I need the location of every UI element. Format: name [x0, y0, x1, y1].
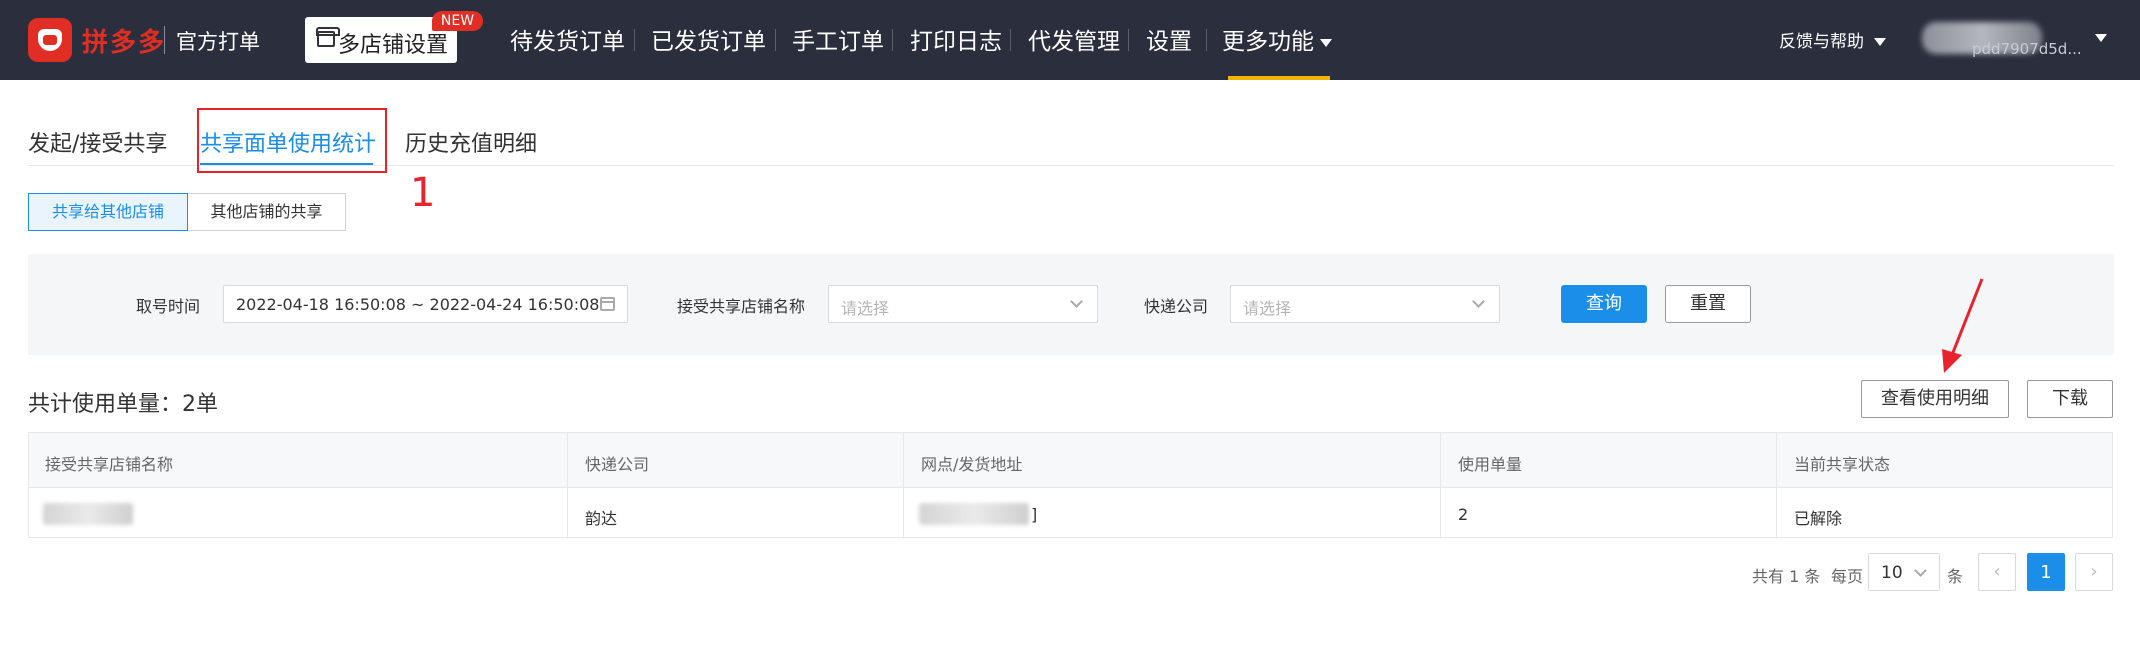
next-page-button[interactable]: ›: [2075, 553, 2113, 591]
download-button[interactable]: 下载: [2027, 380, 2113, 418]
tab-recharge-history[interactable]: 历史充值明细: [405, 126, 537, 158]
receiving-shop-placeholder: 请选择: [841, 299, 890, 318]
pagination-unit: 条: [1947, 567, 1964, 586]
store-icon: [316, 27, 340, 47]
multi-shop-settings-label: 多店铺设置: [338, 33, 449, 58]
page-1-button[interactable]: 1: [2027, 553, 2065, 591]
cell-share-status: 已解除: [1794, 509, 1843, 528]
cell-express: 韵达: [585, 509, 618, 528]
query-button[interactable]: 查询: [1561, 285, 1647, 323]
page-size-value: 10: [1881, 563, 1903, 583]
header-branch-address: 网点/发货地址: [921, 455, 1023, 474]
date-range-value: 2022-04-18 16:50:08 ~ 2022-04-24 16:50:0…: [236, 295, 600, 314]
nav-active-indicator: [1228, 76, 1330, 80]
brand-divider: [164, 26, 165, 54]
tab-initiate-accept-share[interactable]: 发起/接受共享: [28, 126, 167, 158]
nav-divider: [892, 29, 893, 51]
nav-divider: [634, 29, 635, 51]
caret-down-icon[interactable]: [2095, 34, 2107, 42]
nav-dropship-management[interactable]: 代发管理: [1028, 22, 1120, 56]
cell-address-suffix: ]: [1031, 505, 1038, 524]
chevron-down-icon: [1070, 295, 1083, 308]
time-label: 取号时间: [136, 297, 201, 316]
feedback-help-menu[interactable]: 反馈与帮助: [1779, 27, 1886, 52]
receiving-shop-label: 接受共享店铺名称: [677, 297, 806, 316]
column-divider: [903, 433, 904, 537]
feedback-help-label: 反馈与帮助: [1779, 32, 1864, 52]
new-badge: NEW: [432, 11, 483, 31]
prev-page-button[interactable]: ‹: [1978, 553, 2016, 591]
view-usage-detail-button[interactable]: 查看使用明细: [1861, 380, 2009, 418]
nav-divider: [775, 29, 776, 51]
date-range-picker[interactable]: 2022-04-18 16:50:08 ~ 2022-04-24 16:50:0…: [223, 285, 628, 323]
column-divider: [567, 433, 568, 537]
nav-more-label: 更多功能: [1222, 29, 1314, 55]
chevron-down-icon: [1914, 564, 1927, 577]
brand-subtitle: 官方打单: [176, 30, 260, 54]
header-receiving-shop: 接受共享店铺名称: [45, 455, 174, 474]
nav-divider: [1206, 29, 1207, 51]
user-name: pdd7907d5d...: [1972, 40, 2082, 58]
nav-divider: [1128, 29, 1129, 51]
pinduoduo-logo-icon: [28, 18, 72, 62]
page-size-select[interactable]: 10: [1868, 553, 1940, 591]
header-share-status: 当前共享状态: [1794, 455, 1891, 474]
annotation-highlight-box: [197, 108, 387, 173]
redacted-address: [919, 503, 1029, 525]
reset-button[interactable]: 重置: [1665, 285, 1751, 323]
cell-usage-count: 2: [1458, 505, 1469, 524]
annotation-arrow-icon: [1942, 278, 1984, 373]
chevron-down-icon: [1472, 295, 1485, 308]
segment-shares-from-other-shops[interactable]: 其他店铺的共享: [187, 193, 346, 231]
nav-shipped-orders[interactable]: 已发货订单: [651, 22, 766, 56]
calendar-icon: [600, 297, 615, 311]
header-usage-count: 使用单量: [1458, 455, 1523, 474]
caret-down-icon: [1320, 38, 1332, 47]
pagination-total: 共有 1 条: [1752, 567, 1821, 586]
pagination-per-page-label: 每页: [1831, 567, 1864, 586]
total-usage-count: 共计使用单量：2单: [28, 392, 218, 417]
column-divider: [1776, 433, 1777, 537]
usage-table: 接受共享店铺名称 快递公司 网点/发货地址 使用单量 当前共享状态 韵达 ] 2…: [28, 432, 2113, 538]
nav-settings[interactable]: 设置: [1146, 22, 1192, 56]
receiving-shop-select[interactable]: 请选择: [828, 285, 1098, 323]
redacted-shop-name: [43, 503, 133, 525]
nav-print-log[interactable]: 打印日志: [910, 22, 1002, 56]
annotation-number: 1: [410, 170, 436, 216]
column-divider: [1440, 433, 1441, 537]
nav-manual-orders[interactable]: 手工订单: [792, 22, 884, 56]
express-company-select[interactable]: 请选择: [1230, 285, 1500, 323]
segment-share-to-other-shops[interactable]: 共享给其他店铺: [28, 193, 188, 231]
nav-pending-orders[interactable]: 待发货订单: [510, 22, 625, 56]
express-label: 快递公司: [1144, 297, 1209, 316]
top-bar: 拼多多 官方打单 多店铺设置 NEW 待发货订单 已发货订单 手工订单 打印日志…: [0, 0, 2140, 80]
express-placeholder: 请选择: [1243, 299, 1292, 318]
nav-divider: [1010, 29, 1011, 51]
nav-more-functions[interactable]: 更多功能: [1222, 22, 1332, 56]
header-express-company: 快递公司: [585, 455, 650, 474]
brand-name: 拼多多: [82, 28, 167, 58]
caret-down-icon: [1874, 38, 1886, 46]
